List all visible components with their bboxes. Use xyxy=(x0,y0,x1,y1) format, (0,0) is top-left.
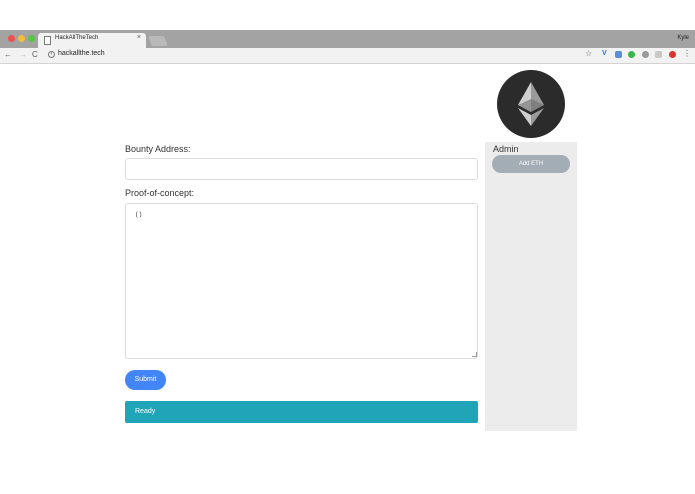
resize-handle-icon[interactable] xyxy=(472,352,477,357)
reload-icon[interactable]: C xyxy=(32,50,38,59)
extension-green-icon[interactable] xyxy=(628,51,635,58)
close-window-icon[interactable] xyxy=(8,35,15,42)
proof-of-concept-label: Proof-of-concept: xyxy=(125,188,195,198)
forward-icon[interactable]: → xyxy=(19,50,27,59)
tab-title: HackAllTheTech xyxy=(55,35,99,41)
extension-v-icon[interactable]: V xyxy=(602,50,607,57)
status-bar: Ready xyxy=(125,401,478,423)
add-eth-button[interactable]: Add ETH xyxy=(492,155,570,173)
extension-light-icon[interactable] xyxy=(655,51,662,58)
minimize-window-icon[interactable] xyxy=(18,35,25,42)
profile-name[interactable]: Kyle xyxy=(677,35,689,41)
back-icon[interactable]: ← xyxy=(4,50,12,59)
browser-toolbar: ← → C i hackallthe.tech ☆ V ⋮ xyxy=(0,48,695,64)
menu-icon[interactable]: ⋮ xyxy=(683,49,691,58)
submit-button[interactable]: Submit xyxy=(125,370,166,390)
maximize-window-icon[interactable] xyxy=(28,35,35,42)
extension-grey-icon[interactable] xyxy=(642,51,649,58)
ethereum-logo xyxy=(497,70,565,138)
ethereum-icon xyxy=(518,82,544,126)
page-icon xyxy=(44,36,51,45)
info-icon[interactable]: i xyxy=(48,51,55,58)
address-bar[interactable]: hackallthe.tech xyxy=(58,50,105,57)
extension-red-icon[interactable] xyxy=(669,51,676,58)
admin-title: Admin xyxy=(493,144,519,154)
close-tab-icon[interactable]: × xyxy=(137,34,141,41)
browser-titlebar: HackAllTheTech × Kyle xyxy=(0,30,695,48)
proof-of-concept-textarea[interactable]: () xyxy=(125,203,478,359)
bounty-address-label: Bounty Address: xyxy=(125,144,191,154)
bounty-address-input[interactable] xyxy=(125,158,478,180)
extension-blue-icon[interactable] xyxy=(615,51,622,58)
new-tab-button[interactable] xyxy=(148,36,168,46)
admin-panel: Admin Add ETH xyxy=(485,142,577,431)
browser-tab[interactable]: HackAllTheTech × xyxy=(38,33,146,48)
star-icon[interactable]: ☆ xyxy=(585,49,592,58)
